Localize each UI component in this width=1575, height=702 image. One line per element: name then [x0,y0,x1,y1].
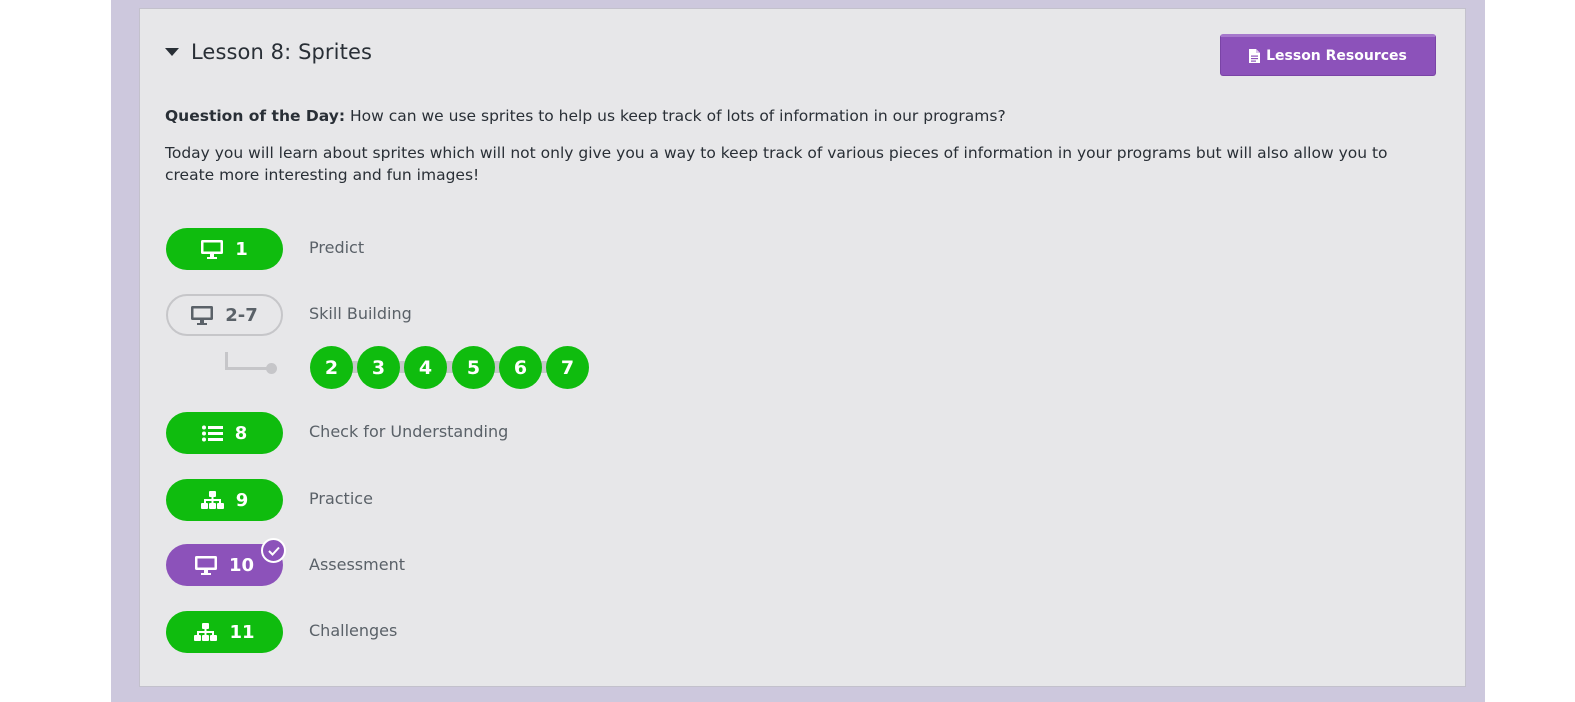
check-icon [261,538,286,563]
level-pill-2-7[interactable]: 2-7 [166,294,283,336]
level-number: 1 [235,238,248,260]
sublevel-bubble-7[interactable]: 7 [546,346,589,389]
qotd-label: Question of the Day: [165,107,346,125]
list-icon [201,425,223,442]
lesson-description: Today you will learn about sprites which… [165,144,1388,184]
caret-down-icon[interactable] [165,48,179,56]
level-label-practice[interactable]: Practice [309,489,373,508]
sublevel-bubble-2[interactable]: 2 [310,346,353,389]
level-number: 11 [229,621,255,643]
level-pill-1[interactable]: 1 [166,228,283,270]
level-label-check-for-understanding[interactable]: Check for Understanding [309,422,508,441]
sublevel-bubble-4[interactable]: 4 [404,346,447,389]
level-number: 10 [228,554,255,576]
connector-dot [266,363,277,374]
sublevel-bubble-6[interactable]: 6 [499,346,542,389]
level-number: 9 [235,489,249,511]
sublevel-bubble-5[interactable]: 5 [452,346,495,389]
level-pill-9[interactable]: 9 [166,479,283,521]
file-icon [1249,49,1261,63]
level-pill-11[interactable]: 11 [166,611,283,653]
level-label-assessment[interactable]: Assessment [309,555,405,574]
sitemap-icon [200,490,224,510]
level-pill-8[interactable]: 8 [166,412,283,454]
lesson-resources-label: Lesson Resources [1266,48,1407,64]
sublevel-bubble-3[interactable]: 3 [357,346,400,389]
qotd-text: How can we use sprites to help us keep t… [345,107,1006,125]
lesson-resources-button[interactable]: Lesson Resources [1220,34,1436,76]
question-of-the-day: Question of the Day: How can we use spri… [165,107,1006,125]
connector-line [225,367,270,370]
lesson-header[interactable]: Lesson 8: Sprites [165,40,372,64]
level-number: 8 [234,422,248,444]
sitemap-icon [194,622,218,642]
level-label-predict[interactable]: Predict [309,238,364,257]
level-label-skill-building[interactable]: Skill Building [309,304,412,323]
lesson-title: Lesson 8: Sprites [191,40,372,64]
desktop-icon [191,305,214,325]
level-number: 2-7 [225,304,258,326]
desktop-icon [194,555,217,575]
desktop-icon [201,239,224,259]
level-label-challenges[interactable]: Challenges [309,621,397,640]
